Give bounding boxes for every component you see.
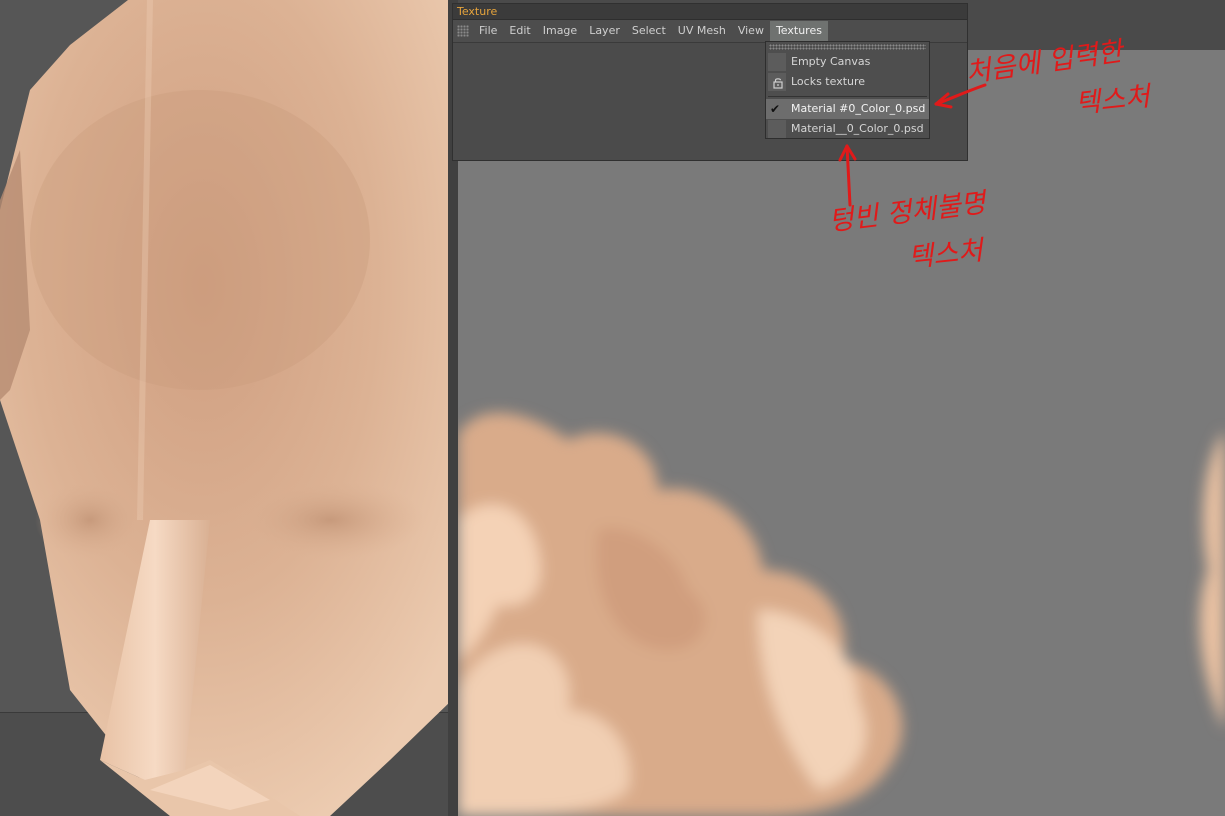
annotation-first-texture-line2: 텍스처 [1073,81,1152,120]
annotation-arrows [838,83,987,207]
annotation-empty-texture-line2: 텍스처 [906,235,985,274]
